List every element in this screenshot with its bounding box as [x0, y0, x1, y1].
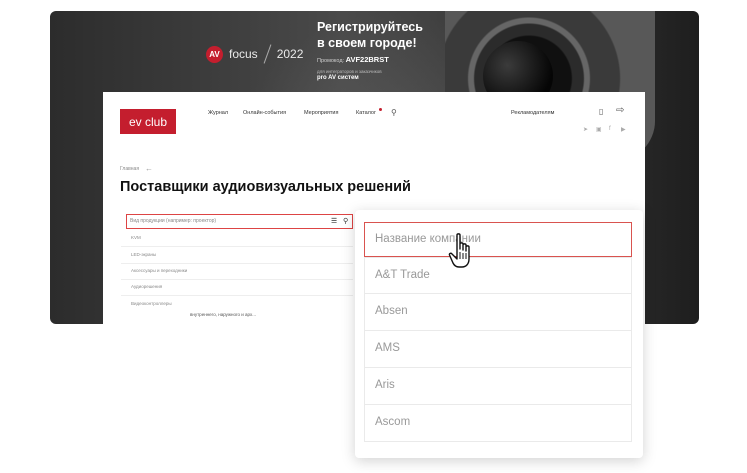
instagram-icon[interactable]: ▣	[596, 126, 602, 133]
company-dropdown: Название компании A&T Trade Absen AMS Ar…	[355, 210, 643, 458]
divider	[121, 263, 353, 264]
telegram-icon[interactable]: ➤	[583, 126, 588, 133]
divider	[121, 295, 353, 296]
nav-catalog[interactable]: Каталог	[356, 110, 376, 116]
hand-cursor-icon	[448, 233, 470, 268]
nav-advertisers[interactable]: Рекламодателям	[511, 110, 554, 116]
promo-title: Регистрируйтесь в своем городе!	[317, 20, 423, 50]
promo-note: для интеграторов и заказчиков pro AV сис…	[317, 69, 382, 81]
focus-word: focus	[229, 47, 258, 61]
av-focus-logo: AV focus 2022	[206, 44, 303, 64]
company-option[interactable]: AMS	[364, 331, 632, 368]
company-name-input[interactable]: Название компании	[364, 222, 632, 257]
filter-icon[interactable]: ☰	[331, 217, 337, 225]
login-icon[interactable]: ⇨	[616, 105, 624, 116]
bookmark-icon[interactable]: ▯	[599, 107, 603, 116]
category-item[interactable]: Аудиорешения	[131, 284, 162, 289]
back-arrow-icon[interactable]: ←	[145, 164, 153, 173]
category-item[interactable]: Видеоконтроллеры	[131, 301, 172, 306]
search-icon[interactable]: ⚲	[343, 217, 348, 225]
nav-online-events[interactable]: Онлайн-события	[243, 110, 286, 116]
breadcrumb[interactable]: Главная	[120, 166, 139, 172]
slash-divider	[263, 44, 272, 64]
divider	[121, 246, 353, 247]
product-search-input[interactable]: Вид продукции (например: проектор) ☰ ⚲	[126, 214, 353, 229]
promo-code: Промокод: AVF22BRST	[317, 55, 389, 64]
company-option[interactable]: Absen	[364, 294, 632, 331]
category-item[interactable]: LED-экраны	[131, 252, 156, 257]
focus-badge: AV	[206, 45, 223, 63]
facebook-icon[interactable]: f	[609, 126, 611, 132]
page-title: Поставщики аудиовизуальных решений	[120, 179, 411, 195]
search-icon[interactable]: ⚲	[391, 108, 397, 117]
focus-year: 2022	[276, 47, 304, 61]
youtube-icon[interactable]: ▶	[621, 126, 626, 133]
company-option[interactable]: Aris	[364, 368, 632, 405]
category-item[interactable]: KVM	[131, 235, 141, 240]
company-description: внутреннего, наружного и арх...	[190, 312, 256, 317]
company-option[interactable]: A&T Trade	[364, 257, 632, 294]
ev-club-logo[interactable]: ev club	[120, 109, 176, 134]
divider	[121, 279, 353, 280]
category-item[interactable]: Аксессуары и переходники	[131, 268, 187, 273]
catalog-indicator-dot	[379, 108, 382, 111]
nav-events[interactable]: Мероприятия	[304, 110, 338, 116]
nav-journal[interactable]: Журнал	[208, 110, 228, 116]
company-option[interactable]: Ascom	[364, 405, 632, 442]
